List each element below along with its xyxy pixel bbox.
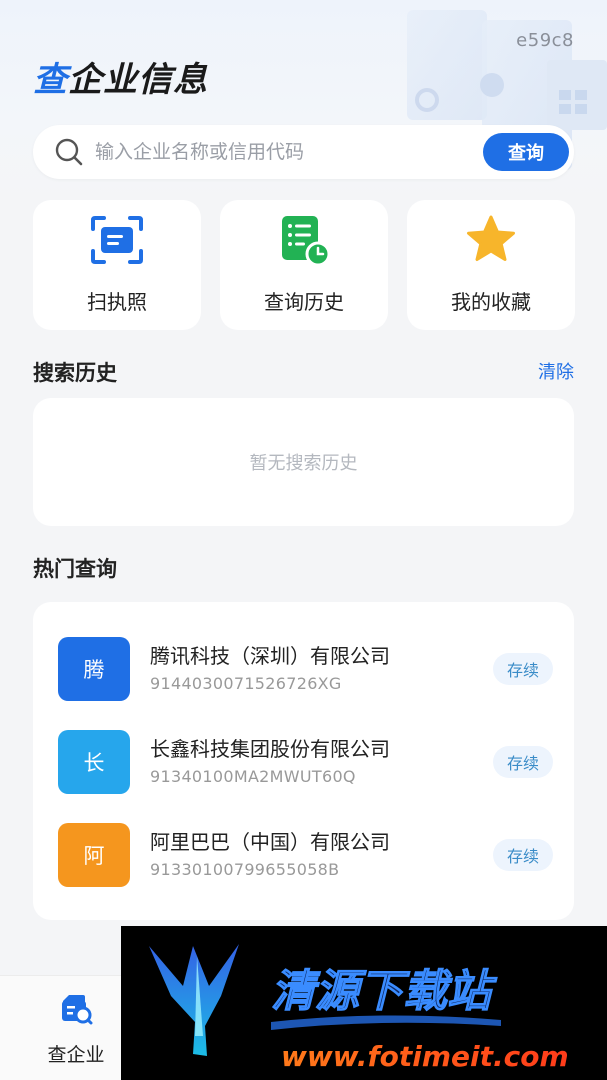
app-title-accent: 查	[33, 60, 68, 100]
status-badge: 存续	[493, 839, 553, 871]
svg-text:www.fotimeit.com: www.fotimeit.com	[281, 1040, 569, 1073]
company-name: 长鑫科技集团股份有限公司	[150, 737, 390, 761]
company-search-icon	[56, 988, 96, 1028]
status-badge: 存续	[493, 653, 553, 685]
app-title-rest: 企业信息	[68, 60, 208, 100]
quick-action-scan-license[interactable]: 扫执照	[33, 200, 201, 330]
company-row[interactable]: 腾 腾讯科技（深圳）有限公司 9144030071526726XG 存续	[58, 637, 553, 701]
company-credit-code: 91340100MA2MWUT60Q	[150, 767, 356, 786]
company-row[interactable]: 长 长鑫科技集团股份有限公司 91340100MA2MWUT60Q 存续	[58, 730, 553, 794]
watermark-logo: 清源下载站 www.fotimeit.com	[149, 944, 569, 1073]
build-id: e59c8	[516, 30, 574, 51]
svg-text:清源下载站: 清源下载站	[271, 966, 498, 1017]
company-logo: 腾	[58, 637, 130, 701]
quick-action-history[interactable]: 查询历史	[220, 200, 388, 330]
company-name: 腾讯科技（深圳）有限公司	[150, 644, 390, 668]
history-list-icon	[276, 212, 332, 268]
quick-action-favorites[interactable]: 我的收藏	[407, 200, 575, 330]
company-credit-code: 9144030071526726XG	[150, 674, 342, 693]
quick-action-label: 扫执照	[87, 290, 147, 314]
star-icon	[463, 212, 519, 268]
search-icon	[53, 136, 85, 168]
search-history-title: 搜索历史	[33, 361, 117, 385]
watermark-overlay: 清源下载站 www.fotimeit.com	[121, 926, 607, 1080]
nav-item-company-search[interactable]: 查企业	[28, 988, 124, 1068]
search-button[interactable]: 查询	[483, 133, 569, 171]
nav-item-label: 查企业	[47, 1044, 105, 1066]
company-row[interactable]: 阿 阿里巴巴（中国）有限公司 91330100799655058B 存续	[58, 823, 553, 887]
search-bar: 查询	[33, 125, 574, 179]
company-credit-code: 91330100799655058B	[150, 860, 340, 879]
scan-license-icon	[89, 212, 145, 268]
clear-history-button[interactable]: 清除	[538, 358, 574, 384]
quick-action-label: 查询历史	[264, 290, 344, 314]
company-logo: 长	[58, 730, 130, 794]
app-title: 查企业信息	[33, 52, 208, 101]
company-logo: 阿	[58, 823, 130, 887]
hot-queries-title: 热门查询	[33, 557, 117, 581]
search-history-panel: 暂无搜索历史	[33, 398, 574, 526]
status-badge: 存续	[493, 746, 553, 778]
quick-action-label: 我的收藏	[451, 290, 531, 314]
hot-queries-panel: 腾 腾讯科技（深圳）有限公司 9144030071526726XG 存续 长 长…	[33, 602, 574, 920]
company-name: 阿里巴巴（中国）有限公司	[150, 830, 390, 854]
history-empty-text: 暂无搜索历史	[249, 453, 358, 474]
